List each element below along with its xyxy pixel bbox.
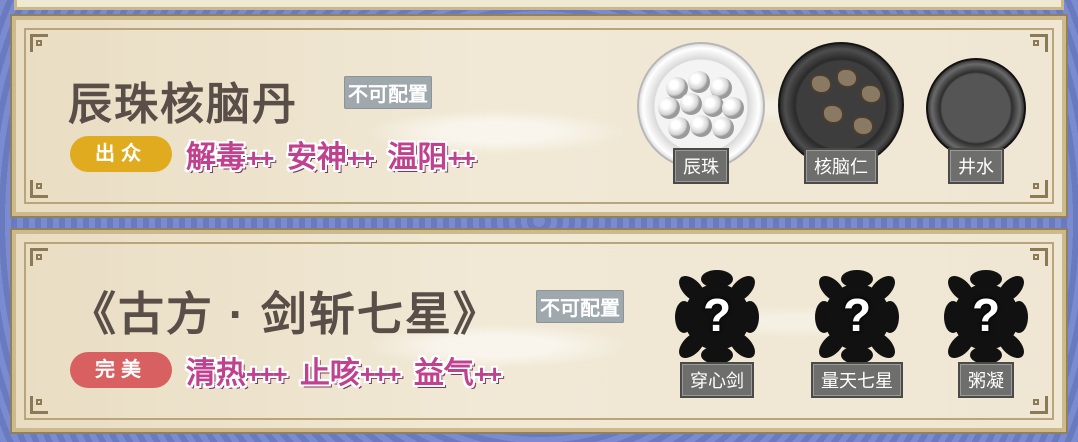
effect-level: ++ (473, 359, 502, 389)
corner-ornament (30, 34, 48, 52)
effects-list: 清热+++ 止咳+++ 益气++ (186, 348, 506, 392)
ingredient-slot[interactable]: ? 量天七星 (792, 234, 922, 404)
previous-card-edge (14, 0, 1064, 10)
water-bowl-icon (926, 58, 1026, 158)
effect-level: ++ (246, 143, 274, 173)
ingredient-slot[interactable]: ? 粥凝 (921, 234, 1051, 404)
corner-ornament (30, 396, 48, 414)
config-status-badge: 不可配置 (536, 290, 624, 323)
quality-grade-badge: 完美 (70, 352, 172, 388)
ingredient-name: 辰珠 (673, 148, 729, 184)
config-status-badge: 不可配置 (344, 76, 432, 109)
unknown-ingredient-icon: ? (808, 268, 906, 366)
effect-level: +++ (359, 359, 402, 389)
corner-ornament (30, 248, 48, 266)
ingredient-name: 粥凝 (958, 362, 1014, 398)
unknown-ingredient-icon: ? (668, 268, 766, 366)
unknown-symbol: ? (842, 289, 872, 341)
effect-level: ++ (447, 143, 475, 173)
effect-level: ++ (346, 143, 375, 173)
ingredient-name: 井水 (948, 148, 1004, 184)
effect-name: 温阳 (387, 141, 448, 174)
quality-grade-badge: 出众 (70, 136, 172, 172)
recipe-title: 《古方 · 剑斩七星》 (70, 288, 501, 340)
effect-name: 止咳 (299, 357, 360, 390)
corner-ornament (30, 180, 48, 198)
unknown-symbol: ? (971, 289, 1001, 341)
recipe-card[interactable]: 《古方 · 剑斩七星》 不可配置 完美 清热+++ 止咳+++ 益气++ ? 穿… (12, 230, 1066, 432)
effect-name: 清热 (186, 357, 246, 390)
ingredient-slot[interactable]: ? 穿心剑 (652, 234, 782, 404)
effect-name: 安神 (286, 141, 347, 174)
recipe-title: 辰珠核脑丹 (68, 80, 298, 129)
unknown-symbol: ? (702, 289, 732, 341)
ingredient-name: 核脑仁 (804, 148, 878, 184)
effects-list: 解毒++ 安神++ 温阳++ (186, 132, 480, 176)
ingredient-slot[interactable]: 辰珠 (636, 20, 766, 190)
recipe-card[interactable]: 辰珠核脑丹 不可配置 出众 解毒++ 安神++ 温阳++ 辰珠 核脑仁 井水 (12, 16, 1066, 216)
effect-level: +++ (246, 359, 288, 389)
ingredient-slot[interactable]: 井水 (911, 20, 1041, 190)
ingredient-name: 量天七星 (811, 362, 903, 398)
unknown-ingredient-icon: ? (937, 268, 1035, 366)
effect-name: 解毒 (186, 141, 246, 174)
ingredient-name: 穿心剑 (680, 362, 754, 398)
effect-name: 益气 (413, 357, 474, 390)
ingredient-slot[interactable]: 核脑仁 (776, 20, 906, 190)
